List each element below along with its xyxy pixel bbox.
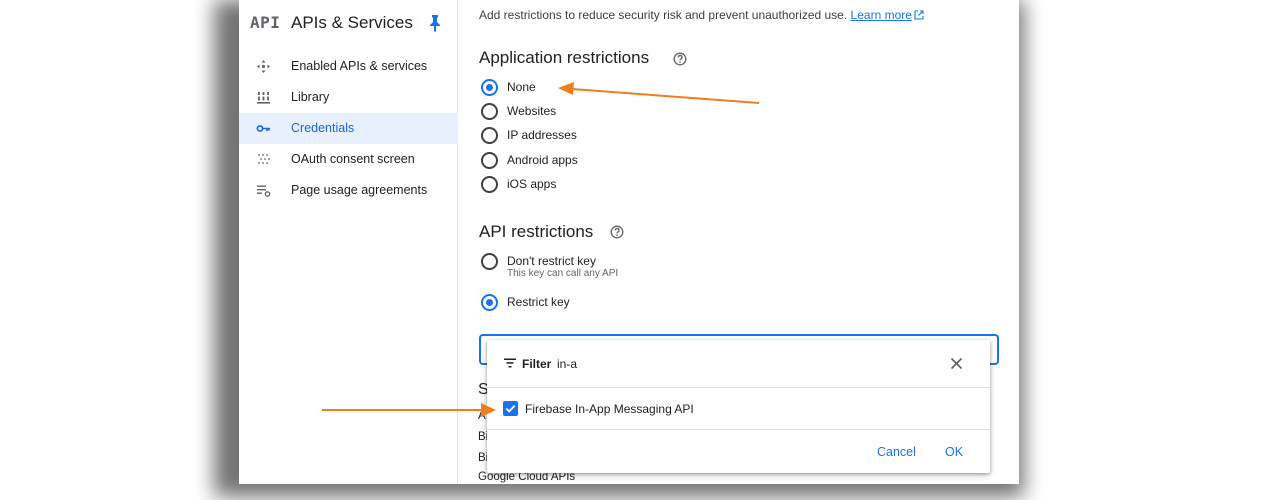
radio-button[interactable] — [481, 127, 498, 144]
radio-label: iOS apps — [507, 177, 557, 191]
filter-bar[interactable]: Filter in-a — [487, 340, 990, 388]
radio-websites[interactable]: Websites — [481, 102, 881, 122]
sidebar-item-credentials[interactable]: Credentials — [239, 113, 458, 144]
radio-button[interactable] — [481, 79, 498, 96]
radio-button[interactable] — [481, 176, 498, 193]
api-dropdown-panel: Filter in-a Firebase In-App Messaging AP… — [487, 340, 990, 473]
application-restrictions-title: Application restrictions — [479, 48, 650, 67]
sidebar-item-label: Enabled APIs & services — [291, 59, 428, 73]
radio-label: IP addresses — [507, 128, 577, 142]
sidebar-item-enabled-apis[interactable]: Enabled APIs & services — [239, 51, 458, 82]
check-icon — [505, 404, 516, 413]
agreements-icon — [257, 185, 271, 197]
sidebar: API APIs & Services Enabled APIs & servi… — [239, 0, 458, 484]
library-icon — [257, 92, 270, 104]
intro-text: Add restrictions to reduce security risk… — [479, 8, 924, 22]
radio-restrict-key[interactable]: Restrict key — [481, 293, 881, 313]
option-label: Firebase In-App Messaging API — [525, 402, 694, 416]
console-window: API APIs & Services Enabled APIs & servi… — [239, 0, 1019, 484]
main-content: Add restrictions to reduce security risk… — [459, 0, 1019, 484]
ok-button[interactable]: OK — [945, 445, 963, 459]
sidebar-nav: Enabled APIs & services Library Credenti… — [239, 51, 458, 206]
radio-label: Websites — [507, 104, 557, 118]
sidebar-item-library[interactable]: Library — [239, 82, 458, 113]
sidebar-item-label: OAuth consent screen — [291, 152, 415, 166]
cancel-button[interactable]: Cancel — [877, 445, 916, 459]
close-icon[interactable] — [950, 357, 963, 370]
api-option-firebase-in-app-messaging[interactable]: Firebase In-App Messaging API — [487, 388, 990, 430]
key-icon — [256, 125, 270, 132]
intro-description: Add restrictions to reduce security risk… — [479, 8, 848, 22]
filter-icon — [504, 358, 516, 368]
radio-button[interactable] — [481, 253, 498, 270]
external-link-icon[interactable] — [914, 10, 924, 20]
radio-none[interactable]: None — [481, 78, 881, 98]
filter-input[interactable]: in-a — [557, 357, 577, 371]
radio-label: Android apps — [507, 153, 578, 167]
help-icon[interactable] — [673, 52, 687, 66]
sidebar-item-label: Credentials — [291, 121, 355, 135]
radio-android-apps[interactable]: Android apps — [481, 151, 881, 171]
radio-ip-addresses[interactable]: IP addresses — [481, 126, 881, 146]
radio-ios-apps[interactable]: iOS apps — [481, 175, 881, 195]
radio-label: Don't restrict key — [507, 254, 596, 268]
radio-button[interactable] — [481, 152, 498, 169]
api-restrictions-title: API restrictions — [479, 222, 594, 241]
checkbox[interactable] — [503, 401, 518, 416]
radio-button[interactable] — [481, 103, 498, 120]
sidebar-item-page-usage-agreements[interactable]: Page usage agreements — [239, 175, 458, 206]
api-logo: API — [250, 13, 281, 32]
sidebar-item-label: Library — [291, 90, 330, 104]
radio-dont-restrict-key[interactable]: Don't restrict key This key can call any… — [481, 252, 881, 284]
hidden-text: A — [478, 410, 486, 422]
radio-label: Restrict key — [507, 295, 570, 309]
sidebar-item-label: Page usage agreements — [291, 183, 428, 197]
sidebar-header: API APIs & Services — [239, 0, 458, 46]
radio-sublabel: This key can call any API — [507, 268, 619, 279]
enabled-apis-icon — [257, 60, 270, 73]
help-icon[interactable] — [610, 225, 624, 239]
dropdown-actions: Cancel OK — [487, 430, 990, 473]
learn-more-link[interactable]: Learn more — [851, 8, 912, 22]
sidebar-title: APIs & Services — [291, 13, 413, 32]
oauth-consent-icon — [258, 154, 270, 164]
sidebar-item-oauth-consent[interactable]: OAuth consent screen — [239, 144, 458, 175]
radio-label: None — [507, 80, 536, 94]
radio-button[interactable] — [481, 294, 498, 311]
pin-icon[interactable] — [428, 14, 442, 32]
filter-label: Filter — [522, 357, 552, 371]
